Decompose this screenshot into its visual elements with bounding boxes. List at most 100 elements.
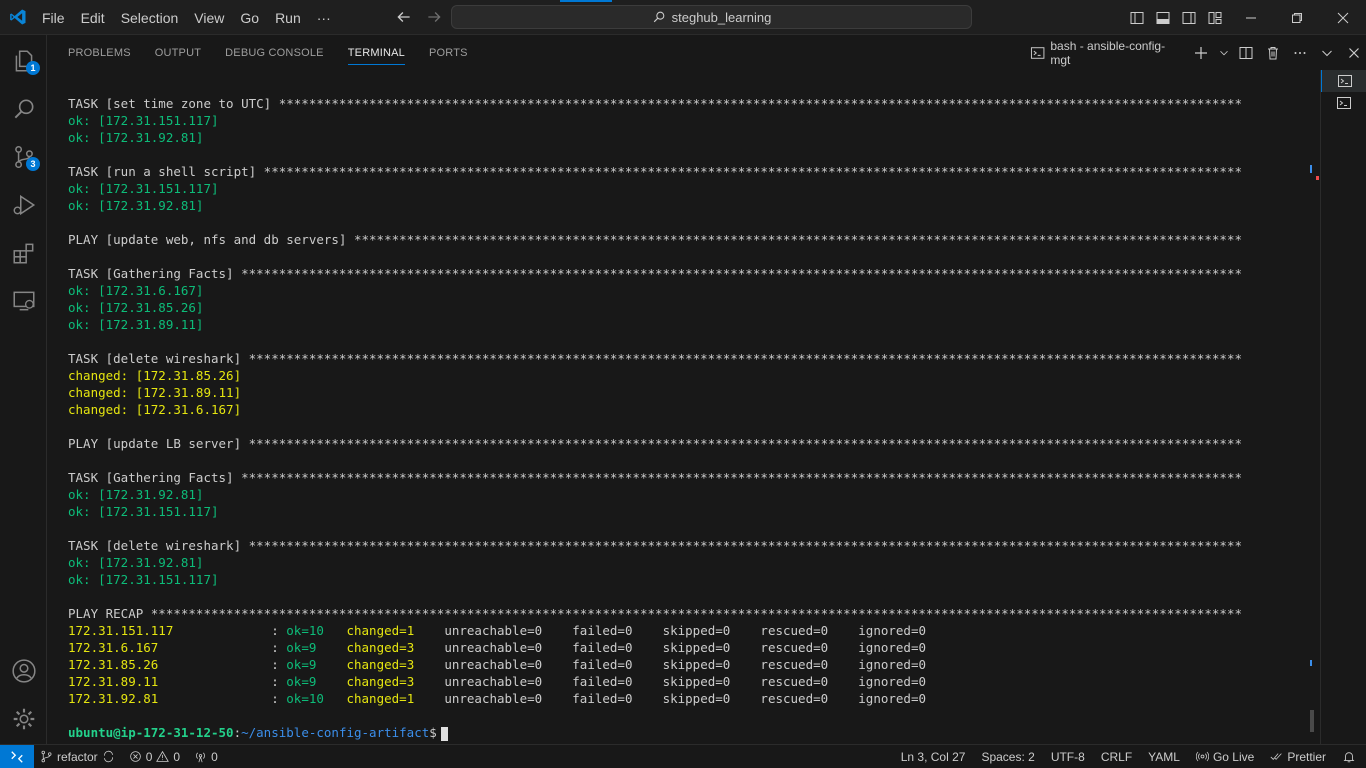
go-live-button[interactable]: Go Live xyxy=(1195,750,1254,764)
terminal-selector[interactable]: bash - ansible-config-mgt xyxy=(1030,39,1180,67)
language-mode[interactable]: YAML xyxy=(1148,750,1180,764)
recap-ok: ok=10 xyxy=(286,691,347,706)
kill-terminal-button[interactable] xyxy=(1262,41,1285,65)
terminal-line-text: PLAY [update LB server] ****************… xyxy=(68,436,1242,451)
toggle-panel-icon[interactable] xyxy=(1150,0,1176,35)
menu-file[interactable]: File xyxy=(34,10,73,26)
terminal-line-text: ok: [172.31.92.81] xyxy=(68,555,204,570)
menu-edit[interactable]: Edit xyxy=(73,10,113,26)
source-control-button[interactable]: 3 xyxy=(0,133,47,181)
recap-colon: : xyxy=(271,691,287,706)
terminal-viewport[interactable]: TASK [set time zone to UTC] ************… xyxy=(47,70,1320,744)
recap-row: 172.31.89.11 : ok=9 changed=3 unreachabl… xyxy=(68,673,1308,690)
explorer-button[interactable]: 1 xyxy=(0,37,47,85)
command-center-search[interactable]: steghub_learning xyxy=(451,5,972,29)
customize-layout-icon[interactable] xyxy=(1202,0,1228,35)
tab-problems[interactable]: PROBLEMS xyxy=(56,35,143,70)
manage-button[interactable] xyxy=(0,695,47,743)
menu-view[interactable]: View xyxy=(186,10,232,26)
terminal-line-text: ok: [172.31.6.167] xyxy=(68,283,204,298)
recap-changed: changed=1 xyxy=(346,623,445,638)
prettier-button[interactable]: Prettier xyxy=(1270,750,1326,764)
title-accent xyxy=(560,0,612,2)
terminal-instance-1[interactable] xyxy=(1321,70,1366,92)
close-window-button[interactable] xyxy=(1320,0,1366,35)
branch-name: refactor xyxy=(57,749,98,764)
error-icon xyxy=(129,751,141,762)
ellipsis-icon xyxy=(1294,51,1306,54)
notifications-bell-icon[interactable] xyxy=(1342,750,1356,764)
tab-ports[interactable]: PORTS xyxy=(417,35,480,70)
ports-count: 0 xyxy=(211,749,218,764)
terminal-instance-2[interactable] xyxy=(1321,92,1366,114)
indentation[interactable]: Spaces: 2 xyxy=(981,750,1034,764)
prompt-path: ~/ansible-config-artifact xyxy=(241,725,430,740)
menu-selection[interactable]: Selection xyxy=(113,10,187,26)
radio-tower-icon xyxy=(196,752,205,763)
terminal-line: ok: [172.31.151.117] xyxy=(68,571,1308,588)
toggle-primary-sidebar-icon[interactable] xyxy=(1124,0,1150,35)
tab-terminal[interactable]: TERMINAL xyxy=(336,35,417,70)
tab-output[interactable]: OUTPUT xyxy=(143,35,213,70)
restore-button[interactable] xyxy=(1274,0,1320,35)
prettier-label: Prettier xyxy=(1287,749,1326,764)
terminal-line-text: changed: [172.31.85.26] xyxy=(68,368,242,383)
terminal-line: TASK [Gathering Facts] *****************… xyxy=(68,265,1308,282)
terminal-line: ok: [172.31.6.167] xyxy=(68,282,1308,299)
problems-indicator[interactable]: 0 0 xyxy=(129,750,180,764)
terminal-line-text: ok: [172.31.85.26] xyxy=(68,300,204,315)
terminal-line-text: TASK [set time zone to UTC] ************… xyxy=(68,96,1242,111)
terminal-dropdown-button[interactable] xyxy=(1217,41,1231,65)
warning-count: 0 xyxy=(173,749,181,764)
encoding[interactable]: UTF-8 xyxy=(1051,750,1085,764)
menu-go[interactable]: Go xyxy=(232,10,267,26)
recap-unreachable: unreachable=0 xyxy=(444,623,573,638)
more-actions-button[interactable] xyxy=(1289,41,1312,65)
recap-changed: changed=3 xyxy=(346,657,445,672)
minimize-button[interactable] xyxy=(1228,0,1274,35)
terminal-line: changed: [172.31.85.26] xyxy=(68,367,1308,384)
sync-icon[interactable] xyxy=(102,750,115,763)
recap-rescued: rescued=0 xyxy=(760,640,859,655)
terminal-line-text: ok: [172.31.151.117] xyxy=(68,113,219,128)
split-terminal-button[interactable] xyxy=(1235,41,1258,65)
branch-indicator[interactable]: refactor xyxy=(40,750,115,764)
menu-more[interactable]: ··· xyxy=(309,10,339,26)
recap-unreachable: unreachable=0 xyxy=(444,640,573,655)
extensions-button[interactable] xyxy=(0,229,47,277)
terminal-line-text: changed: [172.31.6.167] xyxy=(68,402,242,417)
end-of-line[interactable]: CRLF xyxy=(1101,750,1132,764)
maximize-panel-button[interactable] xyxy=(1316,41,1339,65)
scm-badge: 3 xyxy=(26,157,40,171)
recap-colon: : xyxy=(271,674,287,689)
tab-debug-console[interactable]: DEBUG CONSOLE xyxy=(213,35,336,70)
terminal-line-text: TASK [delete wireshark] ****************… xyxy=(68,351,1242,366)
status-bar: refactor 0 0 0 Ln 3, Col 27 Spaces: 2 UT… xyxy=(0,744,1366,768)
arrow-forward-icon[interactable] xyxy=(425,8,443,26)
cursor-position[interactable]: Ln 3, Col 27 xyxy=(901,750,966,764)
run-debug-button[interactable] xyxy=(0,181,47,229)
menu-run[interactable]: Run xyxy=(267,10,309,26)
close-panel-button[interactable] xyxy=(1343,41,1366,65)
accounts-button[interactable] xyxy=(0,647,47,695)
recap-colon: : xyxy=(271,640,287,655)
remote-indicator[interactable] xyxy=(0,745,34,768)
recap-ok: ok=9 xyxy=(286,640,347,655)
ports-indicator[interactable]: 0 xyxy=(194,750,218,764)
remote-explorer-button[interactable] xyxy=(0,277,47,325)
terminal-scrollbar[interactable] xyxy=(1310,710,1314,732)
prompt-separator: : xyxy=(233,725,242,740)
recap-colon: : xyxy=(271,657,287,672)
status-right: Ln 3, Col 27 Spaces: 2 UTF-8 CRLF YAML G… xyxy=(901,745,1356,768)
toggle-secondary-sidebar-icon[interactable] xyxy=(1176,0,1202,35)
recap-ignored: ignored=0 xyxy=(858,657,926,672)
new-terminal-button[interactable] xyxy=(1190,41,1213,65)
search-view-button[interactable] xyxy=(0,85,47,133)
arrow-back-icon[interactable] xyxy=(395,8,413,26)
error-count: 0 xyxy=(145,749,153,764)
recap-rescued: rescued=0 xyxy=(760,674,859,689)
terminal-line: ok: [172.31.92.81] xyxy=(68,197,1308,214)
